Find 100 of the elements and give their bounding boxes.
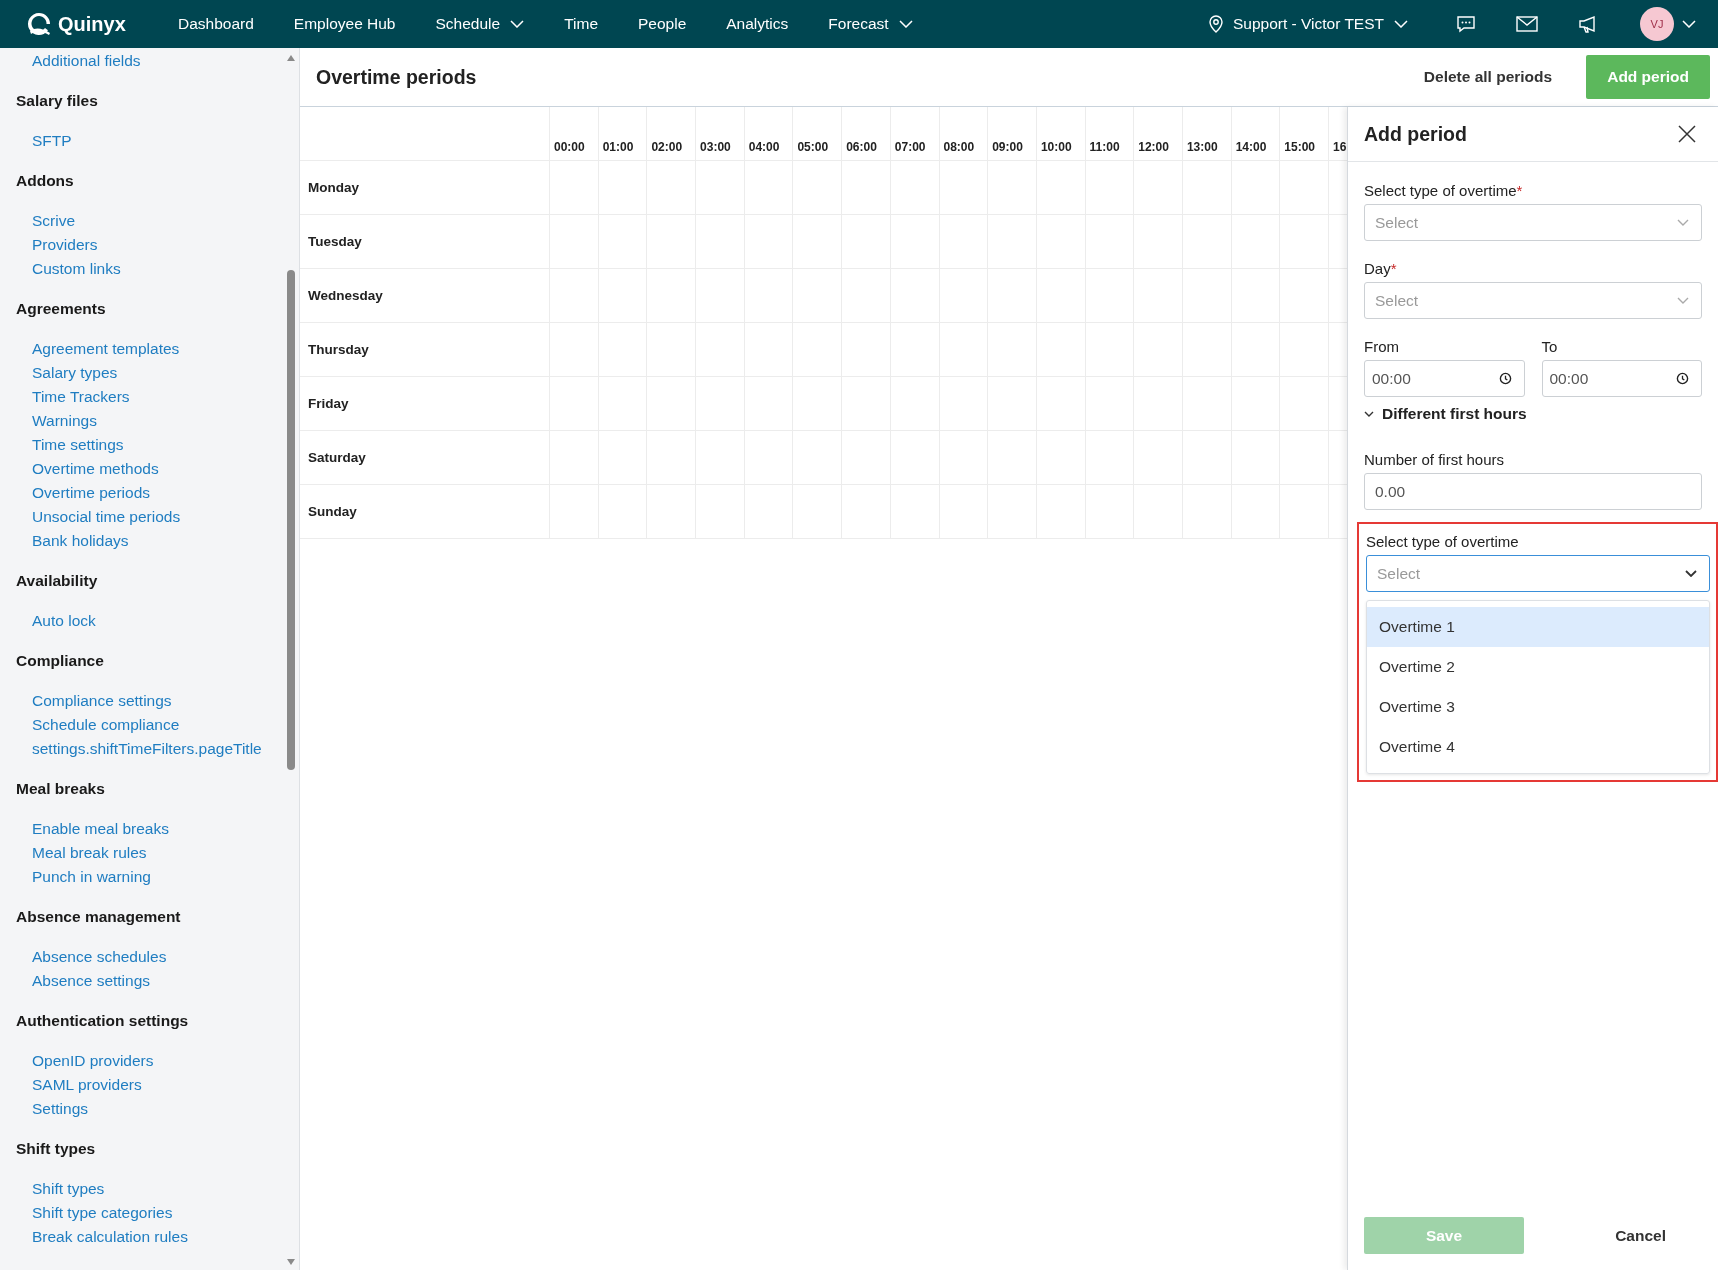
- add-period-button[interactable]: Add period: [1586, 55, 1710, 99]
- sidebar-link[interactable]: Meal break rules: [16, 841, 147, 865]
- day-label: Thursday: [308, 342, 369, 357]
- day-label: Friday: [308, 396, 349, 411]
- sidebar-link[interactable]: Salary types: [16, 361, 118, 385]
- caret-icon[interactable]: [510, 20, 525, 28]
- sidebar-link[interactable]: Time settings: [16, 433, 124, 457]
- dropdown-option[interactable]: Overtime 4: [1367, 727, 1709, 767]
- day-label: Sunday: [308, 504, 357, 519]
- field-label: To: [1541, 338, 1559, 355]
- select-field[interactable]: Select: [1364, 282, 1702, 319]
- chat-icon[interactable]: [1456, 15, 1476, 33]
- chevron-down-icon: [1677, 219, 1689, 226]
- field-label: Number of first hours: [1364, 451, 1506, 468]
- time-field[interactable]: 00:00: [1364, 360, 1525, 397]
- sidebar-heading: Meal breaks: [16, 779, 105, 799]
- nav-link[interactable]: Time: [564, 15, 598, 33]
- hour-label: 14:00: [1235, 140, 1267, 154]
- sidebar-link[interactable]: Absence schedules: [16, 945, 167, 969]
- hour-label: 04:00: [748, 140, 780, 154]
- logo-icon: [26, 11, 52, 37]
- caret-icon[interactable]: [1394, 20, 1408, 28]
- caret-icon[interactable]: [898, 20, 913, 28]
- scroll-down-icon[interactable]: [286, 1258, 296, 1266]
- sidebar-heading: Authentication settings: [16, 1011, 189, 1031]
- dropdown-option[interactable]: Overtime 3: [1367, 687, 1709, 727]
- panel-title: Add period: [1364, 122, 1467, 146]
- hour-label: 07:00: [894, 140, 926, 154]
- hour-label: 06:00: [846, 140, 877, 154]
- page-title: Overtime periods: [316, 65, 477, 89]
- sidebar-link[interactable]: SFTP: [16, 129, 72, 153]
- cancel-button[interactable]: Cancel: [1609, 1225, 1672, 1246]
- day-label: Tuesday: [308, 234, 362, 249]
- sidebar-link[interactable]: Agreement templates: [16, 337, 180, 361]
- hour-label: 10:00: [1040, 140, 1072, 154]
- dropdown-option[interactable]: Overtime 1: [1367, 607, 1709, 647]
- hour-label: 02:00: [651, 140, 683, 154]
- time-field[interactable]: 00:00: [1541, 360, 1702, 397]
- location-name[interactable]: Support - Victor TEST: [1232, 15, 1384, 33]
- select-field[interactable]: Select: [1364, 204, 1702, 241]
- sidebar-link[interactable]: Unsocial time periods: [16, 505, 181, 529]
- nav-link[interactable]: People: [638, 15, 687, 33]
- location-pin-icon: [1208, 15, 1223, 33]
- sidebar-link[interactable]: Overtime periods: [16, 481, 150, 505]
- sidebar-link[interactable]: Break calculation rules: [16, 1225, 188, 1249]
- sidebar-link[interactable]: OpenID providers: [16, 1049, 154, 1073]
- sidebar-link[interactable]: Custom links: [16, 257, 121, 281]
- sidebar-heading: Addons: [16, 171, 74, 191]
- hour-label: 05:00: [797, 140, 829, 154]
- day-label: Wednesday: [308, 288, 383, 303]
- clock-icon: [1676, 372, 1689, 385]
- sidebar-link[interactable]: Warnings: [16, 409, 97, 433]
- number-field[interactable]: 0.00: [1364, 473, 1702, 510]
- nav-link[interactable]: Analytics: [726, 15, 789, 33]
- sidebar-heading: Absence management: [16, 907, 181, 927]
- hour-label: 08:00: [943, 140, 975, 154]
- hour-label: 09:00: [992, 140, 1023, 154]
- select-field[interactable]: Select: [1366, 555, 1710, 592]
- hour-label: 16: [1333, 140, 1347, 154]
- nav-link[interactable]: Schedule: [435, 15, 501, 33]
- sidebar-link[interactable]: Settings: [16, 1097, 88, 1121]
- sidebar-heading: Compliance: [16, 651, 104, 671]
- mail-icon[interactable]: [1516, 16, 1538, 32]
- sidebar-link[interactable]: Providers: [16, 233, 98, 257]
- sidebar-link[interactable]: Time Trackers: [16, 385, 130, 409]
- scrollbar-thumb[interactable]: [287, 270, 295, 770]
- scroll-up-icon[interactable]: [286, 54, 296, 62]
- nav-link[interactable]: Dashboard: [178, 15, 254, 33]
- sidebar-link[interactable]: Auto lock: [16, 609, 96, 633]
- dropdown-option[interactable]: Overtime 2: [1367, 647, 1709, 687]
- sidebar-link[interactable]: settings.shiftTimeFilters.pageTitle: [16, 737, 262, 761]
- sidebar-link[interactable]: Punch in warning: [16, 865, 151, 889]
- sidebar-link[interactable]: Absence settings: [16, 969, 151, 993]
- delete-all-button[interactable]: Delete all periods: [1417, 67, 1559, 87]
- sidebar-link[interactable]: Shift types: [16, 1177, 105, 1201]
- nav-link[interactable]: Employee Hub: [293, 15, 396, 33]
- day-label: Saturday: [308, 450, 366, 465]
- collapse-toggle[interactable]: Different first hours: [1364, 405, 1527, 423]
- field-label: From: [1364, 338, 1400, 355]
- hour-label: 15:00: [1284, 140, 1315, 154]
- sidebar-link[interactable]: SAML providers: [16, 1073, 142, 1097]
- sidebar-heading: Salary files: [16, 91, 98, 111]
- sidebar-link[interactable]: Scrive: [16, 209, 76, 233]
- sidebar-link[interactable]: Bank holidays: [16, 529, 129, 553]
- sidebar-link[interactable]: Additional fields: [16, 49, 141, 73]
- sidebar-link[interactable]: Shift type categories: [16, 1201, 173, 1225]
- user-avatar[interactable]: VJ: [1640, 7, 1674, 41]
- sidebar-link[interactable]: Overtime methods: [16, 457, 159, 481]
- field-label: Select type of overtime: [1366, 533, 1520, 550]
- close-icon[interactable]: [1678, 125, 1696, 143]
- sidebar-link[interactable]: Schedule compliance: [16, 713, 180, 737]
- nav-link[interactable]: Forecast: [828, 15, 889, 33]
- logo-text[interactable]: Quinyx: [58, 12, 126, 36]
- caret-icon[interactable]: [1682, 20, 1696, 28]
- hour-label: 03:00: [700, 140, 731, 154]
- sidebar-link[interactable]: Compliance settings: [16, 689, 172, 713]
- chevron-icon: [1364, 411, 1374, 417]
- hour-label: 01:00: [602, 140, 634, 154]
- field-label: Select type of overtime*: [1364, 182, 1524, 199]
- sidebar-link[interactable]: Enable meal breaks: [16, 817, 169, 841]
